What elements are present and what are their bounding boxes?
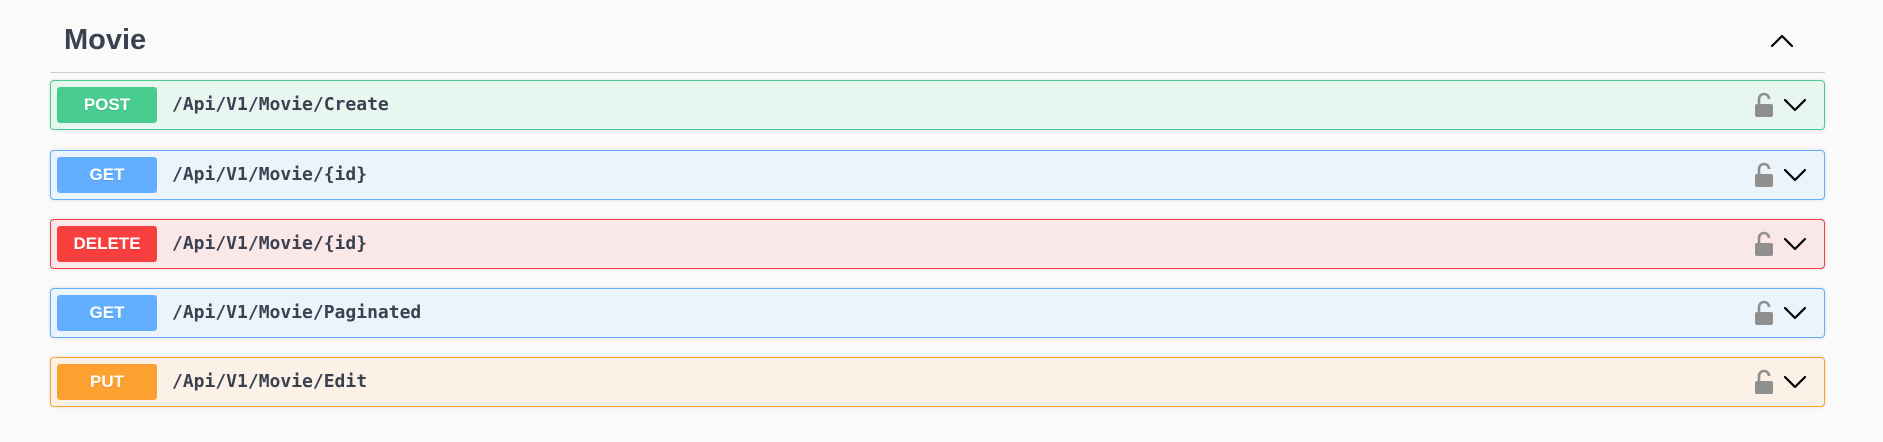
tag-section-movie: Movie POST /Api/V1/Movie/Create GET /Api… — [50, 0, 1825, 442]
method-badge: GET — [57, 157, 157, 193]
chevron-up-icon — [1770, 34, 1794, 48]
operation-path: /Api/V1/Movie/{id} — [172, 164, 368, 185]
operation-row-post-create[interactable]: POST /Api/V1/Movie/Create — [50, 80, 1825, 130]
chevron-down-icon[interactable] — [1782, 302, 1808, 324]
operation-row-get-paginated[interactable]: GET /Api/V1/Movie/Paginated — [50, 288, 1825, 338]
unlocked-padlock-icon[interactable] — [1752, 161, 1776, 189]
method-badge: POST — [57, 87, 157, 123]
chevron-down-icon[interactable] — [1782, 94, 1808, 116]
chevron-down-icon[interactable] — [1782, 164, 1808, 186]
operation-path: /Api/V1/Movie/Create — [172, 94, 389, 115]
tag-header[interactable]: Movie — [50, 0, 1825, 73]
unlocked-padlock-icon[interactable] — [1752, 299, 1776, 327]
operation-path: /Api/V1/Movie/Paginated — [172, 302, 422, 323]
operation-row-get-by-id[interactable]: GET /Api/V1/Movie/{id} — [50, 150, 1825, 200]
unlocked-padlock-icon[interactable] — [1752, 230, 1776, 258]
unlocked-padlock-icon[interactable] — [1752, 91, 1776, 119]
operation-path: /Api/V1/Movie/Edit — [172, 371, 368, 392]
unlocked-padlock-icon[interactable] — [1752, 368, 1776, 396]
method-badge: PUT — [57, 364, 157, 400]
tag-title: Movie — [64, 24, 147, 56]
operation-path: /Api/V1/Movie/{id} — [172, 233, 368, 254]
operation-row-put-edit[interactable]: PUT /Api/V1/Movie/Edit — [50, 357, 1825, 407]
method-badge: GET — [57, 295, 157, 331]
method-badge: DELETE — [57, 226, 157, 262]
chevron-down-icon[interactable] — [1782, 233, 1808, 255]
chevron-down-icon[interactable] — [1782, 371, 1808, 393]
operation-row-delete-by-id[interactable]: DELETE /Api/V1/Movie/{id} — [50, 219, 1825, 269]
collapse-button[interactable] — [1767, 26, 1797, 56]
